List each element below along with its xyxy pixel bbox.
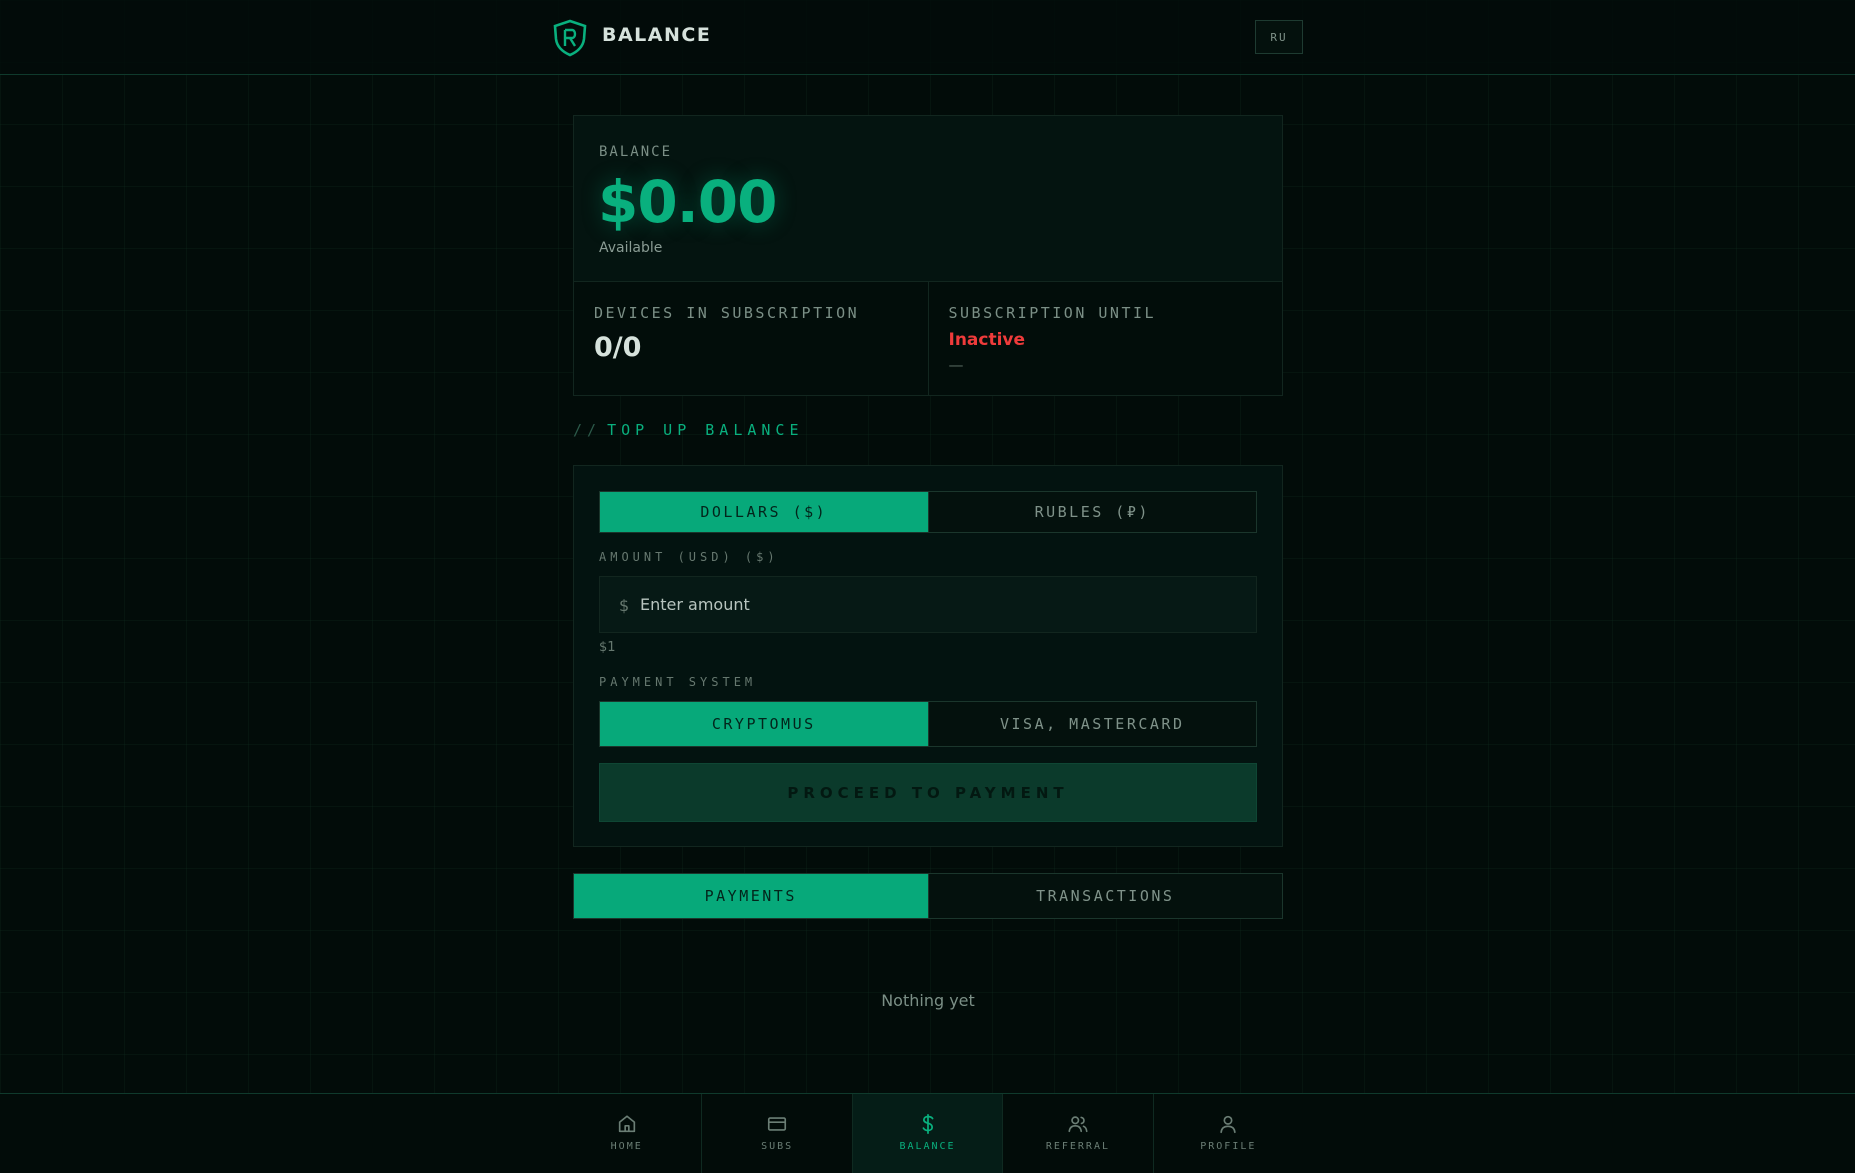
nav-item-home[interactable]: HOME — [552, 1094, 701, 1173]
section-title-text: TOP UP BALANCE — [607, 421, 804, 439]
nav-label-subs: SUBS — [761, 1141, 794, 1152]
tab-rubles[interactable]: RUBLES (₽) — [927, 492, 1256, 532]
bottom-navigation: HOME SUBS BALANCE REFERRAL PROFILE — [0, 1093, 1855, 1173]
balance-amount: $0.00 — [598, 168, 777, 236]
subscription-status: Inactive — [948, 330, 1026, 350]
subscription-until-stat: SUBSCRIPTION UNTIL Inactive — — [927, 282, 1283, 395]
users-icon — [1068, 1116, 1088, 1133]
nav-item-profile[interactable]: PROFILE — [1152, 1094, 1303, 1173]
nav-item-referral[interactable]: REFERRAL — [1002, 1094, 1152, 1173]
tab-transactions[interactable]: TRANSACTIONS — [927, 874, 1282, 918]
history-tabs: PAYMENTS TRANSACTIONS — [573, 873, 1283, 919]
nav-item-balance[interactable]: BALANCE — [851, 1094, 1003, 1173]
devices-label: DEVICES IN SUBSCRIPTION — [594, 304, 860, 322]
subscription-stats: DEVICES IN SUBSCRIPTION 0/0 SUBSCRIPTION… — [573, 281, 1283, 396]
subscription-date: — — [948, 356, 964, 374]
balance-available-label: Available — [599, 240, 663, 256]
top-header: BALANCE RU — [0, 0, 1855, 75]
topup-section-title: // TOP UP BALANCE — [573, 421, 804, 439]
nav-label-balance: BALANCE — [899, 1141, 956, 1152]
nav-label-profile: PROFILE — [1200, 1141, 1257, 1152]
devices-stat: DEVICES IN SUBSCRIPTION 0/0 — [574, 282, 928, 395]
empty-state-text: Nothing yet — [881, 991, 975, 1010]
tab-dollars[interactable]: DOLLARS ($) — [600, 492, 928, 532]
shield-logo-icon — [553, 19, 587, 57]
tab-cryptomus[interactable]: CRYPTOMUS — [600, 702, 928, 746]
proceed-to-payment-button[interactable]: PROCEED TO PAYMENT — [599, 763, 1257, 822]
language-switch-button[interactable]: RU — [1255, 20, 1303, 54]
home-icon — [618, 1115, 635, 1133]
tab-visa-mastercard[interactable]: VISA, MASTERCARD — [927, 702, 1256, 746]
nav-item-subs[interactable]: SUBS — [701, 1094, 851, 1173]
page-title: BALANCE — [602, 24, 712, 46]
payment-system-label: PAYMENT SYSTEM — [599, 675, 757, 689]
nav-label-referral: REFERRAL — [1045, 1141, 1110, 1152]
card-icon — [768, 1117, 787, 1131]
minimum-amount-note: $1 — [599, 640, 616, 655]
user-icon — [1220, 1115, 1237, 1134]
currency-selector: DOLLARS ($) RUBLES (₽) — [599, 491, 1257, 533]
balance-label: BALANCE — [599, 144, 673, 160]
payment-system-selector: CRYPTOMUS VISA, MASTERCARD — [599, 701, 1257, 747]
section-prefix: // — [573, 421, 602, 439]
devices-value: 0/0 — [594, 332, 642, 363]
amount-input[interactable] — [640, 577, 1240, 632]
dollar-icon — [922, 1113, 933, 1135]
subscription-until-label: SUBSCRIPTION UNTIL — [948, 304, 1157, 322]
nav-label-home: HOME — [610, 1141, 643, 1152]
amount-label: AMOUNT (USD) ($) — [599, 550, 779, 564]
balance-card: BALANCE $0.00 Available — [573, 115, 1283, 282]
amount-field[interactable]: $ — [599, 576, 1257, 633]
topup-panel: DOLLARS ($) RUBLES (₽) AMOUNT (USD) ($) … — [573, 465, 1283, 847]
amount-currency-symbol: $ — [619, 596, 630, 615]
tab-payments[interactable]: PAYMENTS — [574, 874, 928, 918]
